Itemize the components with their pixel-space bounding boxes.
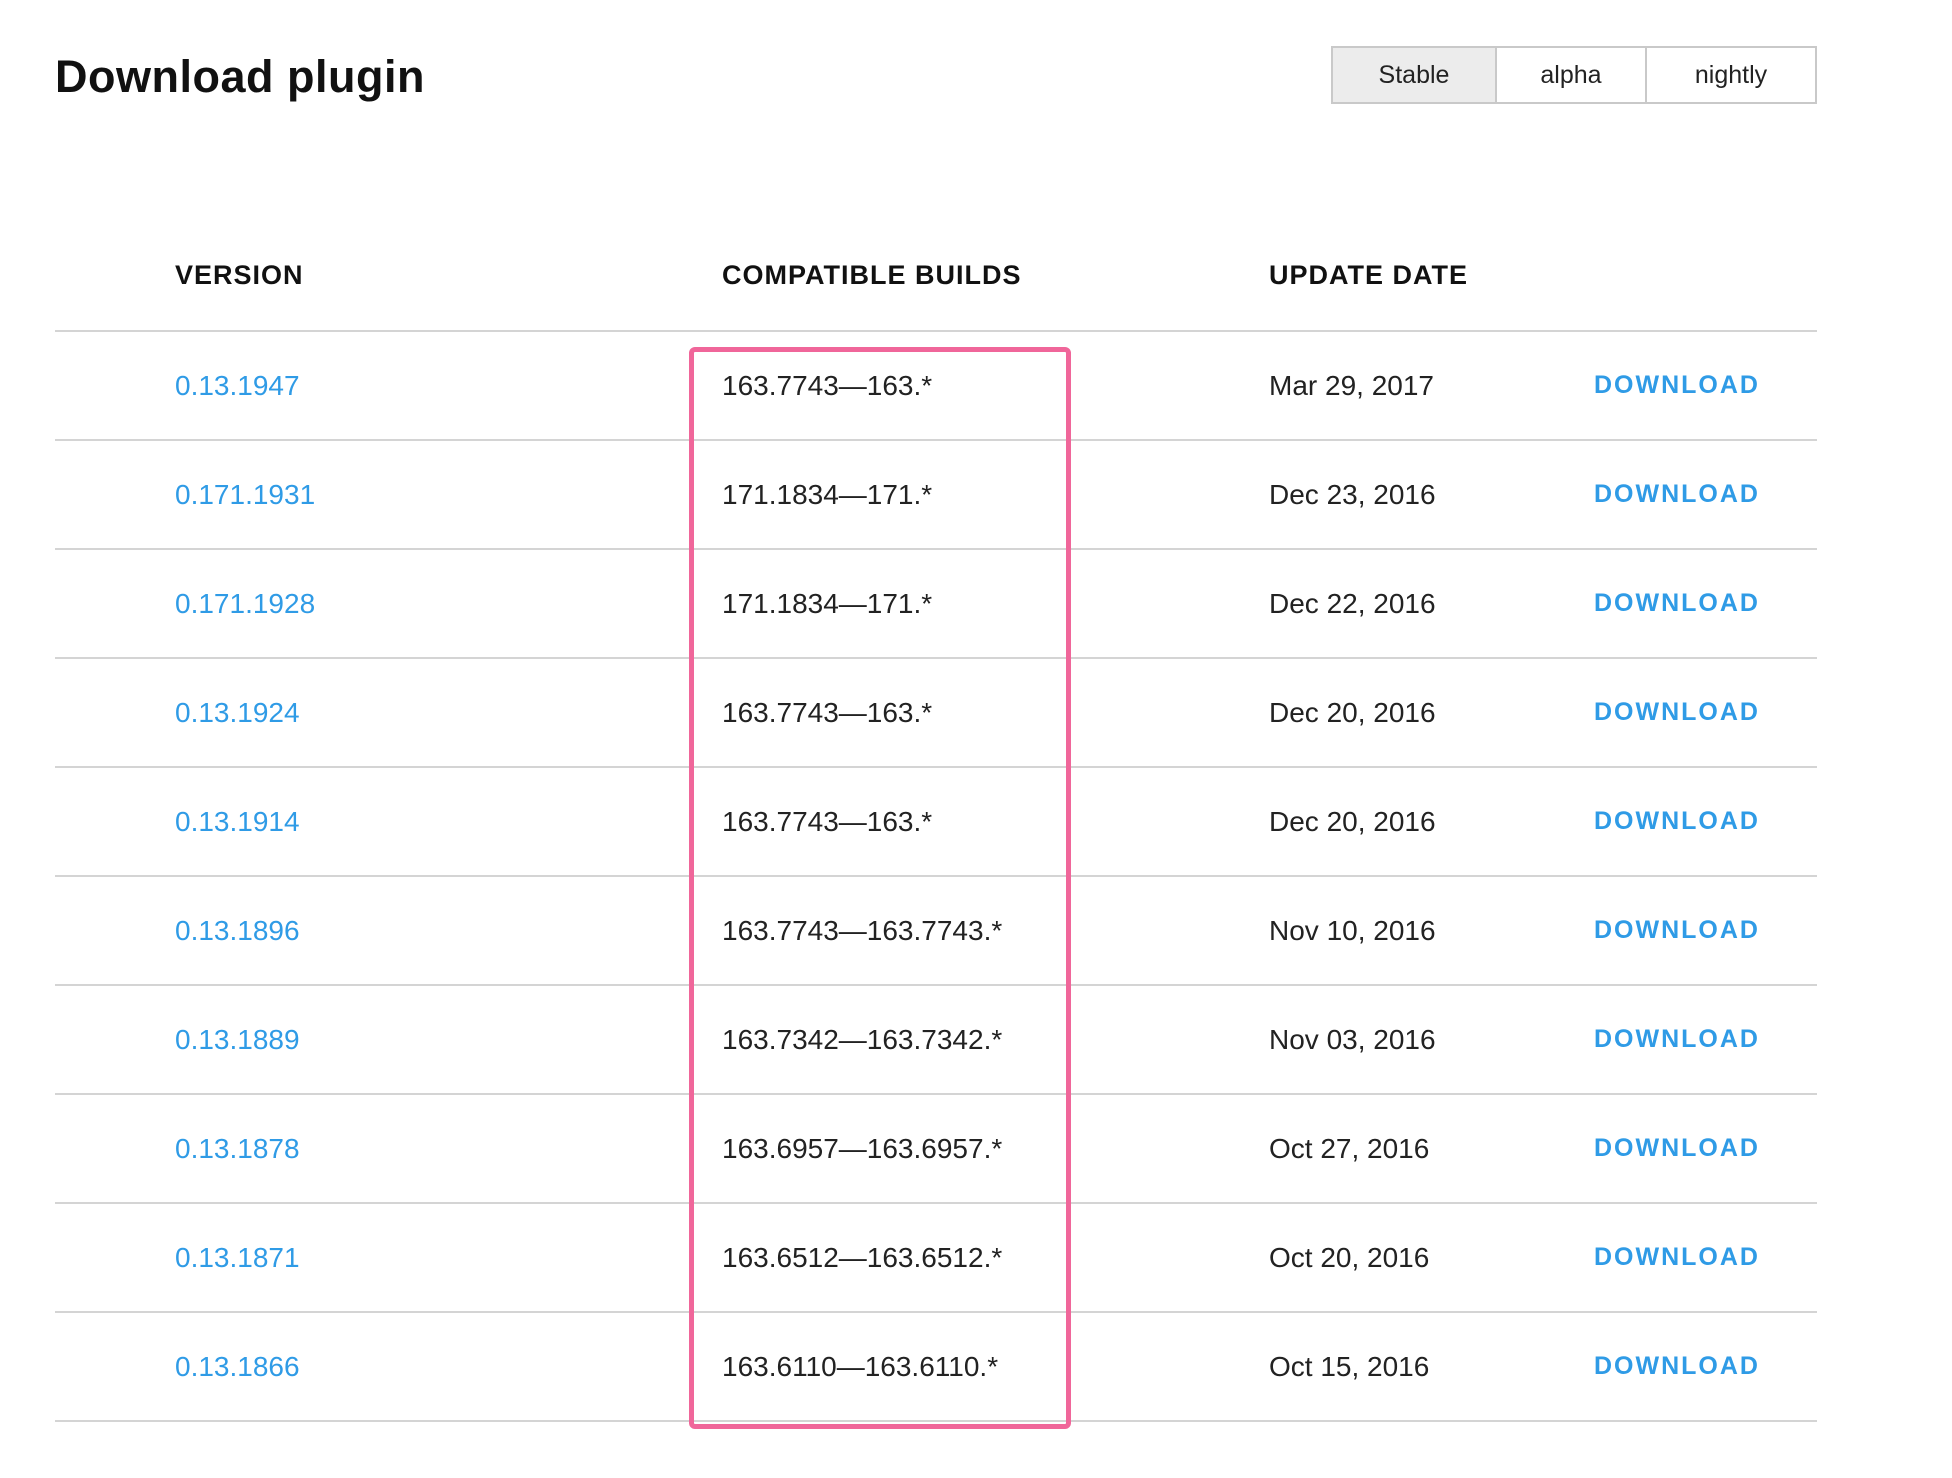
table-header: VERSION COMPATIBLE BUILDS UPDATE DATE: [55, 244, 1817, 332]
table-row: 0.13.1947 163.7743—163.* Mar 29, 2017 DO…: [55, 332, 1817, 441]
version-link[interactable]: 0.171.1931: [175, 479, 315, 511]
compatible-builds: 163.6957—163.6957.*: [722, 1132, 1003, 1164]
download-link[interactable]: DOWNLOAD: [1594, 916, 1760, 945]
table-row: 0.13.1871 163.6512—163.6512.* Oct 20, 20…: [55, 1204, 1817, 1313]
channel-alpha-button[interactable]: alpha: [1495, 48, 1645, 102]
version-link[interactable]: 0.171.1928: [175, 588, 315, 620]
download-link[interactable]: DOWNLOAD: [1594, 807, 1760, 836]
table-row: 0.13.1914 163.7743—163.* Dec 20, 2016 DO…: [55, 768, 1817, 877]
compatible-builds: 163.7743—163.*: [722, 805, 933, 837]
column-header-compatible-builds: COMPATIBLE BUILDS: [722, 260, 1022, 290]
version-link[interactable]: 0.13.1896: [175, 915, 300, 947]
update-date: Oct 27, 2016: [1269, 1132, 1430, 1164]
channel-nightly-button[interactable]: nightly: [1645, 48, 1815, 102]
download-link[interactable]: DOWNLOAD: [1594, 1134, 1760, 1163]
compatible-builds: 163.7743—163.7743.*: [722, 914, 1003, 946]
download-link[interactable]: DOWNLOAD: [1594, 480, 1760, 509]
channel-stable-button[interactable]: Stable: [1333, 48, 1495, 102]
table-row: 0.13.1924 163.7743—163.* Dec 20, 2016 DO…: [55, 659, 1817, 768]
version-link[interactable]: 0.13.1866: [175, 1351, 300, 1383]
download-link[interactable]: DOWNLOAD: [1594, 698, 1760, 727]
channel-switch: Stable alpha nightly: [1331, 46, 1817, 104]
download-link[interactable]: DOWNLOAD: [1594, 1352, 1760, 1381]
table-row: 0.13.1896 163.7743—163.7743.* Nov 10, 20…: [55, 877, 1817, 986]
compatible-builds: 163.6110—163.6110.*: [722, 1350, 999, 1382]
version-link[interactable]: 0.13.1924: [175, 697, 300, 729]
update-date: Nov 10, 2016: [1269, 914, 1436, 946]
table-row: 0.13.1878 163.6957—163.6957.* Oct 27, 20…: [55, 1095, 1817, 1204]
download-link[interactable]: DOWNLOAD: [1594, 1243, 1760, 1272]
column-header-version: VERSION: [175, 260, 304, 290]
compatible-builds: 163.7743—163.*: [722, 369, 933, 401]
compatible-builds: 163.6512—163.6512.*: [722, 1241, 1003, 1273]
version-link[interactable]: 0.13.1947: [175, 370, 300, 402]
update-date: Oct 20, 2016: [1269, 1241, 1430, 1273]
compatible-builds: 171.1834—171.*: [722, 478, 933, 510]
update-date: Dec 20, 2016: [1269, 696, 1436, 728]
table-row: 0.13.1866 163.6110—163.6110.* Oct 15, 20…: [55, 1313, 1817, 1422]
compatible-builds: 163.7342—163.7342.*: [722, 1023, 1003, 1055]
table-row: 0.171.1931 171.1834—171.* Dec 23, 2016 D…: [55, 441, 1817, 550]
download-link[interactable]: DOWNLOAD: [1594, 1025, 1760, 1054]
version-link[interactable]: 0.13.1878: [175, 1133, 300, 1165]
compatible-builds: 171.1834—171.*: [722, 587, 933, 619]
update-date: Dec 20, 2016: [1269, 805, 1436, 837]
version-link[interactable]: 0.13.1889: [175, 1024, 300, 1056]
download-link[interactable]: DOWNLOAD: [1594, 371, 1760, 400]
update-date: Nov 03, 2016: [1269, 1023, 1436, 1055]
compatible-builds: 163.7743—163.*: [722, 696, 933, 728]
download-link[interactable]: DOWNLOAD: [1594, 589, 1760, 618]
page-title: Download plugin: [55, 51, 425, 102]
table-row: 0.13.1889 163.7342—163.7342.* Nov 03, 20…: [55, 986, 1817, 1095]
version-link[interactable]: 0.13.1871: [175, 1242, 300, 1274]
update-date: Mar 29, 2017: [1269, 369, 1434, 401]
update-date: Dec 23, 2016: [1269, 478, 1436, 510]
update-date: Dec 22, 2016: [1269, 587, 1436, 619]
version-link[interactable]: 0.13.1914: [175, 806, 300, 838]
column-header-update-date: UPDATE DATE: [1269, 260, 1468, 290]
table-row: 0.171.1928 171.1834—171.* Dec 22, 2016 D…: [55, 550, 1817, 659]
update-date: Oct 15, 2016: [1269, 1350, 1430, 1382]
versions-table: VERSION COMPATIBLE BUILDS UPDATE DATE 0.…: [55, 244, 1817, 1422]
